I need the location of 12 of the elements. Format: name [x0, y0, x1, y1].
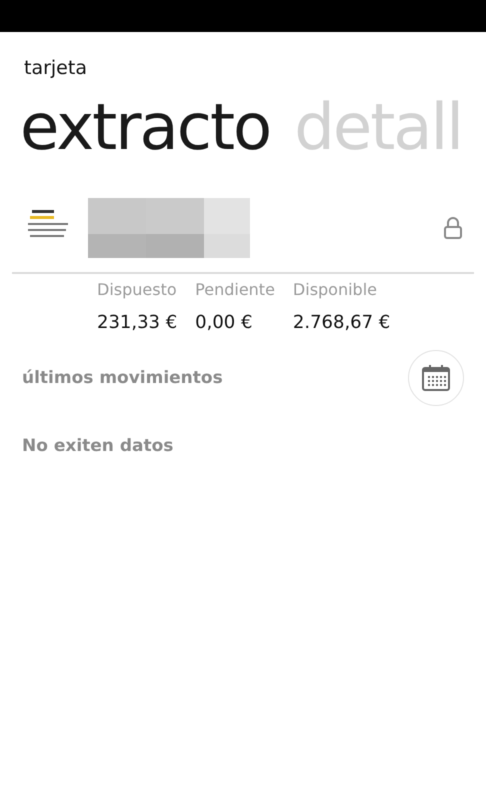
pivot-tab[interactable]: extracto [20, 90, 270, 168]
empty-message: No exiten datos [21, 436, 174, 456]
balance-label: Dispuesto [97, 279, 178, 301]
section-title: últimos movimientos [22, 368, 223, 388]
balance-value: 2.768,67 € [292, 311, 390, 335]
balance-label: Disponible [292, 279, 378, 301]
balance-value: 0,00 € [195, 311, 254, 335]
balance-label: Pendiente [195, 279, 275, 301]
lock-icon[interactable] [444, 217, 462, 239]
balance-value: 231,33 € [97, 311, 178, 335]
calendar-icon [421, 363, 451, 393]
app-title: tarjeta [23, 56, 88, 80]
